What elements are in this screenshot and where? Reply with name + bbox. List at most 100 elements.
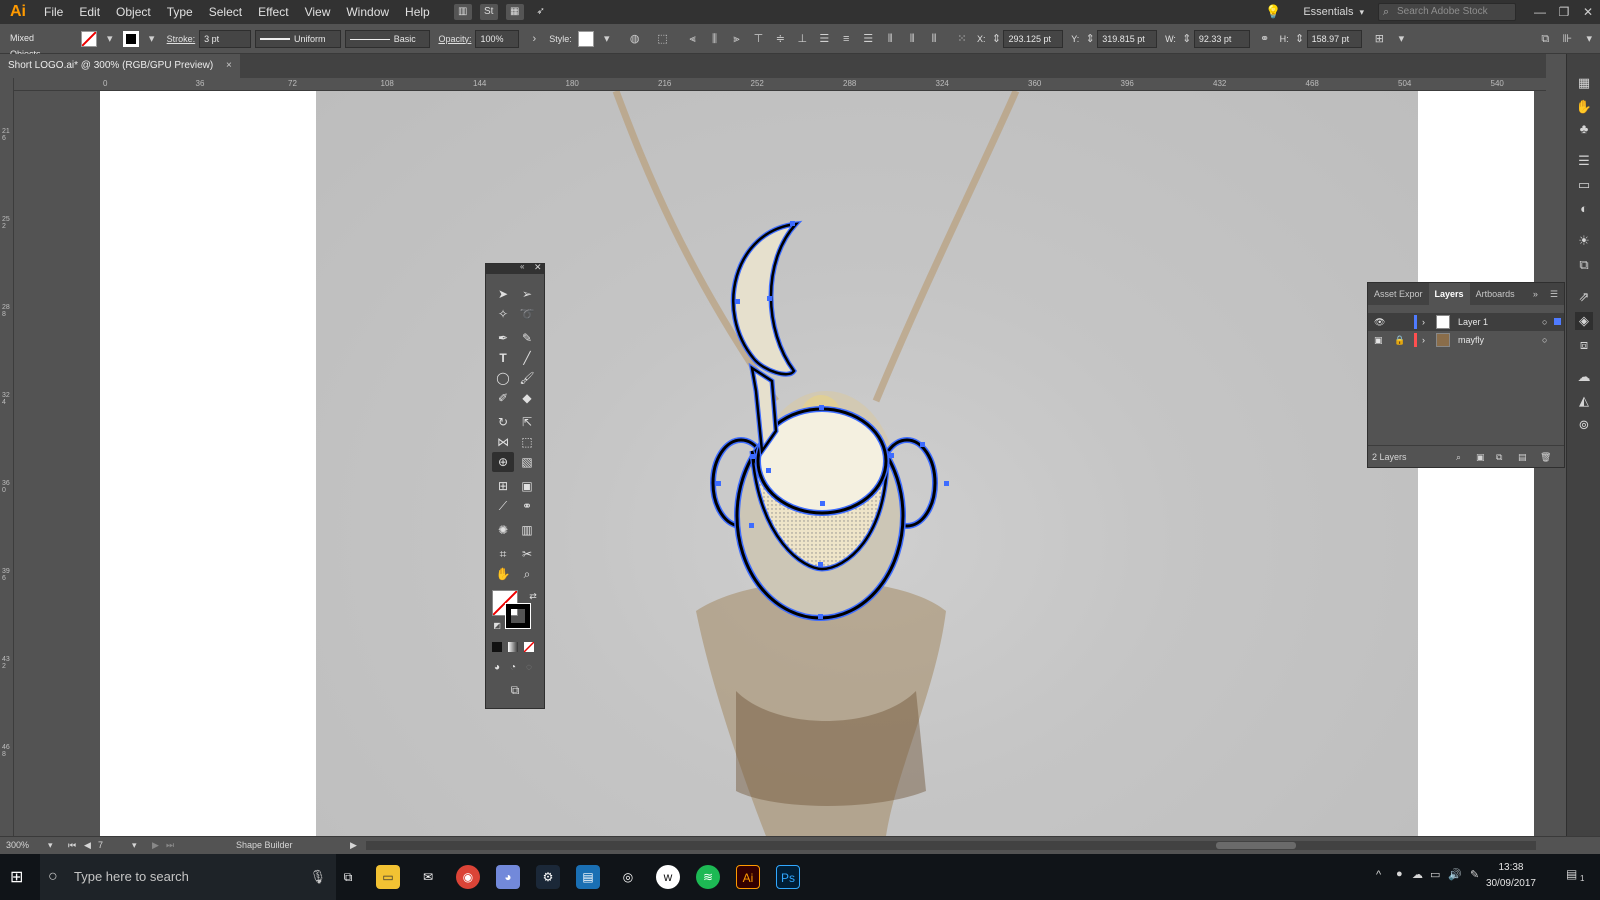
direct-selection-tool-icon[interactable]: ➢ bbox=[516, 284, 538, 304]
eyedropper-tool-icon[interactable]: ⟋ bbox=[492, 496, 514, 516]
selection-tool-icon[interactable]: ➤ bbox=[492, 284, 514, 304]
menu-select[interactable]: Select bbox=[201, 5, 250, 19]
windows-start-icon[interactable]: ⊞ bbox=[10, 867, 23, 887]
align-right-icon[interactable]: ⫸ bbox=[730, 32, 744, 46]
opacity-label[interactable]: Opacity: bbox=[438, 34, 471, 44]
panel-menu-icon[interactable]: ⊪ bbox=[1560, 32, 1574, 46]
blend-tool-icon[interactable]: ⚭ bbox=[516, 496, 538, 516]
opacity-field[interactable]: 100% bbox=[475, 29, 520, 48]
target-circle-icon[interactable]: ○ bbox=[1542, 313, 1547, 331]
menu-object[interactable]: Object bbox=[108, 5, 159, 19]
close-panel-icon[interactable]: ✕ bbox=[534, 262, 542, 273]
chevron-down-icon[interactable]: ▾ bbox=[600, 32, 614, 46]
stepper-icon[interactable]: ⇕ bbox=[1180, 32, 1194, 46]
onedrive-icon[interactable]: ☁ bbox=[1412, 868, 1423, 881]
color-mode-icon[interactable] bbox=[492, 642, 502, 652]
align-top-icon[interactable]: ⊤ bbox=[751, 32, 765, 46]
align-to-icon[interactable]: ⬚ bbox=[656, 32, 670, 46]
layer-row-mayfly[interactable]: ▣ 🔒 › mayfly ○ bbox=[1368, 331, 1564, 349]
zoom-level[interactable]: 300% bbox=[6, 837, 29, 854]
artboard-number[interactable]: 7 bbox=[98, 837, 103, 854]
tray-app-icon[interactable]: ● bbox=[1396, 868, 1403, 880]
status-menu-icon[interactable]: ▶ bbox=[350, 837, 357, 854]
column-graph-tool-icon[interactable]: ▥ bbox=[516, 520, 538, 540]
taskbar-clock[interactable]: 13:38 30/09/2017 bbox=[1486, 860, 1536, 892]
workspace-switcher[interactable]: Essentials bbox=[1303, 6, 1353, 18]
magic-wand-tool-icon[interactable]: ✧ bbox=[492, 304, 514, 324]
distribute-middle-icon[interactable]: ≡ bbox=[839, 32, 853, 46]
next-artboard-icon[interactable]: ▶ bbox=[152, 837, 159, 854]
asset-export-icon[interactable]: ⇗ bbox=[1575, 288, 1593, 306]
tab-artboards[interactable]: Artboards bbox=[1470, 283, 1521, 305]
mail-icon[interactable]: ✉ bbox=[416, 865, 440, 889]
bridge-icon[interactable]: ▥ bbox=[453, 4, 472, 20]
target-circle-icon[interactable]: ○ bbox=[1542, 331, 1547, 349]
horizontal-ruler[interactable]: 0 36 72 108 144 180 216 252 288 324 360 396 432 468 50… bbox=[14, 78, 1596, 91]
align-bottom-icon[interactable]: ⊥ bbox=[795, 32, 809, 46]
y-position-field[interactable]: 319.815 pt bbox=[1097, 29, 1158, 48]
scrollbar-thumb[interactable] bbox=[1216, 842, 1296, 849]
reference-point-icon[interactable]: ⁙ bbox=[955, 32, 969, 46]
gradient-panel-icon[interactable]: ▭ bbox=[1575, 176, 1593, 194]
fill-swatch[interactable] bbox=[80, 30, 97, 47]
layers-icon[interactable]: ◈ bbox=[1575, 312, 1593, 330]
artboard-tool-icon[interactable]: ⌗ bbox=[492, 544, 514, 564]
stepper-icon[interactable]: ⇕ bbox=[1293, 32, 1307, 46]
default-fill-stroke-icon[interactable]: ◩ bbox=[486, 616, 508, 636]
symbols-icon[interactable]: ♣ bbox=[1575, 120, 1593, 138]
collapse-icon[interactable]: » bbox=[1527, 283, 1544, 305]
delete-layer-icon[interactable]: 🗑 bbox=[1540, 446, 1551, 468]
line-segment-tool-icon[interactable]: ╱ bbox=[516, 348, 538, 368]
mesh-tool-icon[interactable]: ⊞ bbox=[492, 476, 514, 496]
screen-mode-icon[interactable]: ⧉ bbox=[504, 680, 526, 700]
chrome-icon[interactable]: ◉ bbox=[456, 865, 480, 889]
microphone-icon[interactable]: 🎙 bbox=[309, 854, 326, 900]
tab-layers[interactable]: Layers bbox=[1428, 283, 1470, 305]
distribute-right-icon[interactable]: ⦀ bbox=[927, 32, 941, 46]
horizontal-scrollbar[interactable] bbox=[366, 841, 1536, 850]
align-center-icon[interactable]: ⫼ bbox=[708, 32, 722, 46]
menu-effect[interactable]: Effect bbox=[250, 5, 296, 19]
layers-panel[interactable]: Asset Expor Layers Artboards » ☰ 👁 › Lay… bbox=[1367, 282, 1565, 468]
none-mode-icon[interactable] bbox=[523, 641, 535, 653]
artboards-icon[interactable]: ⧈ bbox=[1575, 336, 1593, 354]
network-icon[interactable]: ▭ bbox=[1430, 868, 1440, 881]
lasso-tool-icon[interactable]: ➰ bbox=[516, 304, 538, 324]
hand-tool-icon[interactable]: ✋ bbox=[492, 564, 514, 584]
menu-file[interactable]: File bbox=[36, 5, 71, 19]
stroke-label[interactable]: Stroke: bbox=[167, 34, 196, 44]
distribute-bottom-icon[interactable]: ☰ bbox=[861, 32, 875, 46]
create-sublayer-icon[interactable]: ⧉ bbox=[1496, 446, 1502, 468]
ellipse-tool-icon[interactable]: ◯ bbox=[492, 368, 514, 388]
make-clipping-mask-icon[interactable]: ▣ bbox=[1476, 446, 1485, 468]
chevron-down-icon[interactable]: ▾ bbox=[145, 32, 159, 46]
variable-width-profile[interactable]: Uniform bbox=[255, 29, 341, 48]
lock-icon[interactable]: 🔒 bbox=[1394, 331, 1405, 349]
stroke-weight-field[interactable]: 3 pt bbox=[199, 29, 251, 48]
gradient-mode-icon[interactable] bbox=[508, 642, 518, 652]
pen-tool-icon[interactable]: ✒ bbox=[492, 328, 514, 348]
width-tool-icon[interactable]: ⋈ bbox=[492, 432, 514, 452]
expand-chevron-icon[interactable]: › bbox=[1422, 313, 1425, 331]
chevron-down-icon[interactable]: ▾ bbox=[132, 837, 137, 854]
symbol-sprayer-tool-icon[interactable]: ✺ bbox=[492, 520, 514, 540]
close-tab-icon[interactable]: × bbox=[226, 60, 232, 71]
overwatch-icon[interactable]: ◎ bbox=[616, 865, 640, 889]
brushes-icon[interactable]: ✋ bbox=[1575, 98, 1593, 116]
links-icon[interactable]: ⊚ bbox=[1575, 416, 1593, 434]
illustrator-taskbar-icon[interactable]: Ai bbox=[736, 865, 760, 889]
layer-row-layer-1[interactable]: 👁 › Layer 1 ○ bbox=[1368, 313, 1564, 331]
creative-cloud-icon[interactable]: ☁ bbox=[1575, 368, 1593, 386]
media-app-icon[interactable]: ▤ bbox=[576, 865, 600, 889]
last-artboard-icon[interactable]: ⏭ bbox=[166, 837, 174, 854]
recolor-artwork-icon[interactable]: ◍ bbox=[628, 32, 642, 46]
logo-paths[interactable] bbox=[710, 220, 938, 621]
first-artboard-icon[interactable]: ⏮ bbox=[68, 837, 76, 854]
tab-asset-export[interactable]: Asset Expor bbox=[1368, 283, 1429, 305]
discord-icon[interactable]: ◕ bbox=[496, 865, 520, 889]
layer-name[interactable]: Layer 1 bbox=[1458, 313, 1488, 331]
restore-button[interactable]: ❐ bbox=[1552, 5, 1576, 19]
curvature-tool-icon[interactable]: ✎ bbox=[516, 328, 538, 348]
graphic-styles-icon[interactable]: ⧉ bbox=[1575, 256, 1593, 274]
graphic-style-swatch[interactable] bbox=[577, 30, 594, 47]
